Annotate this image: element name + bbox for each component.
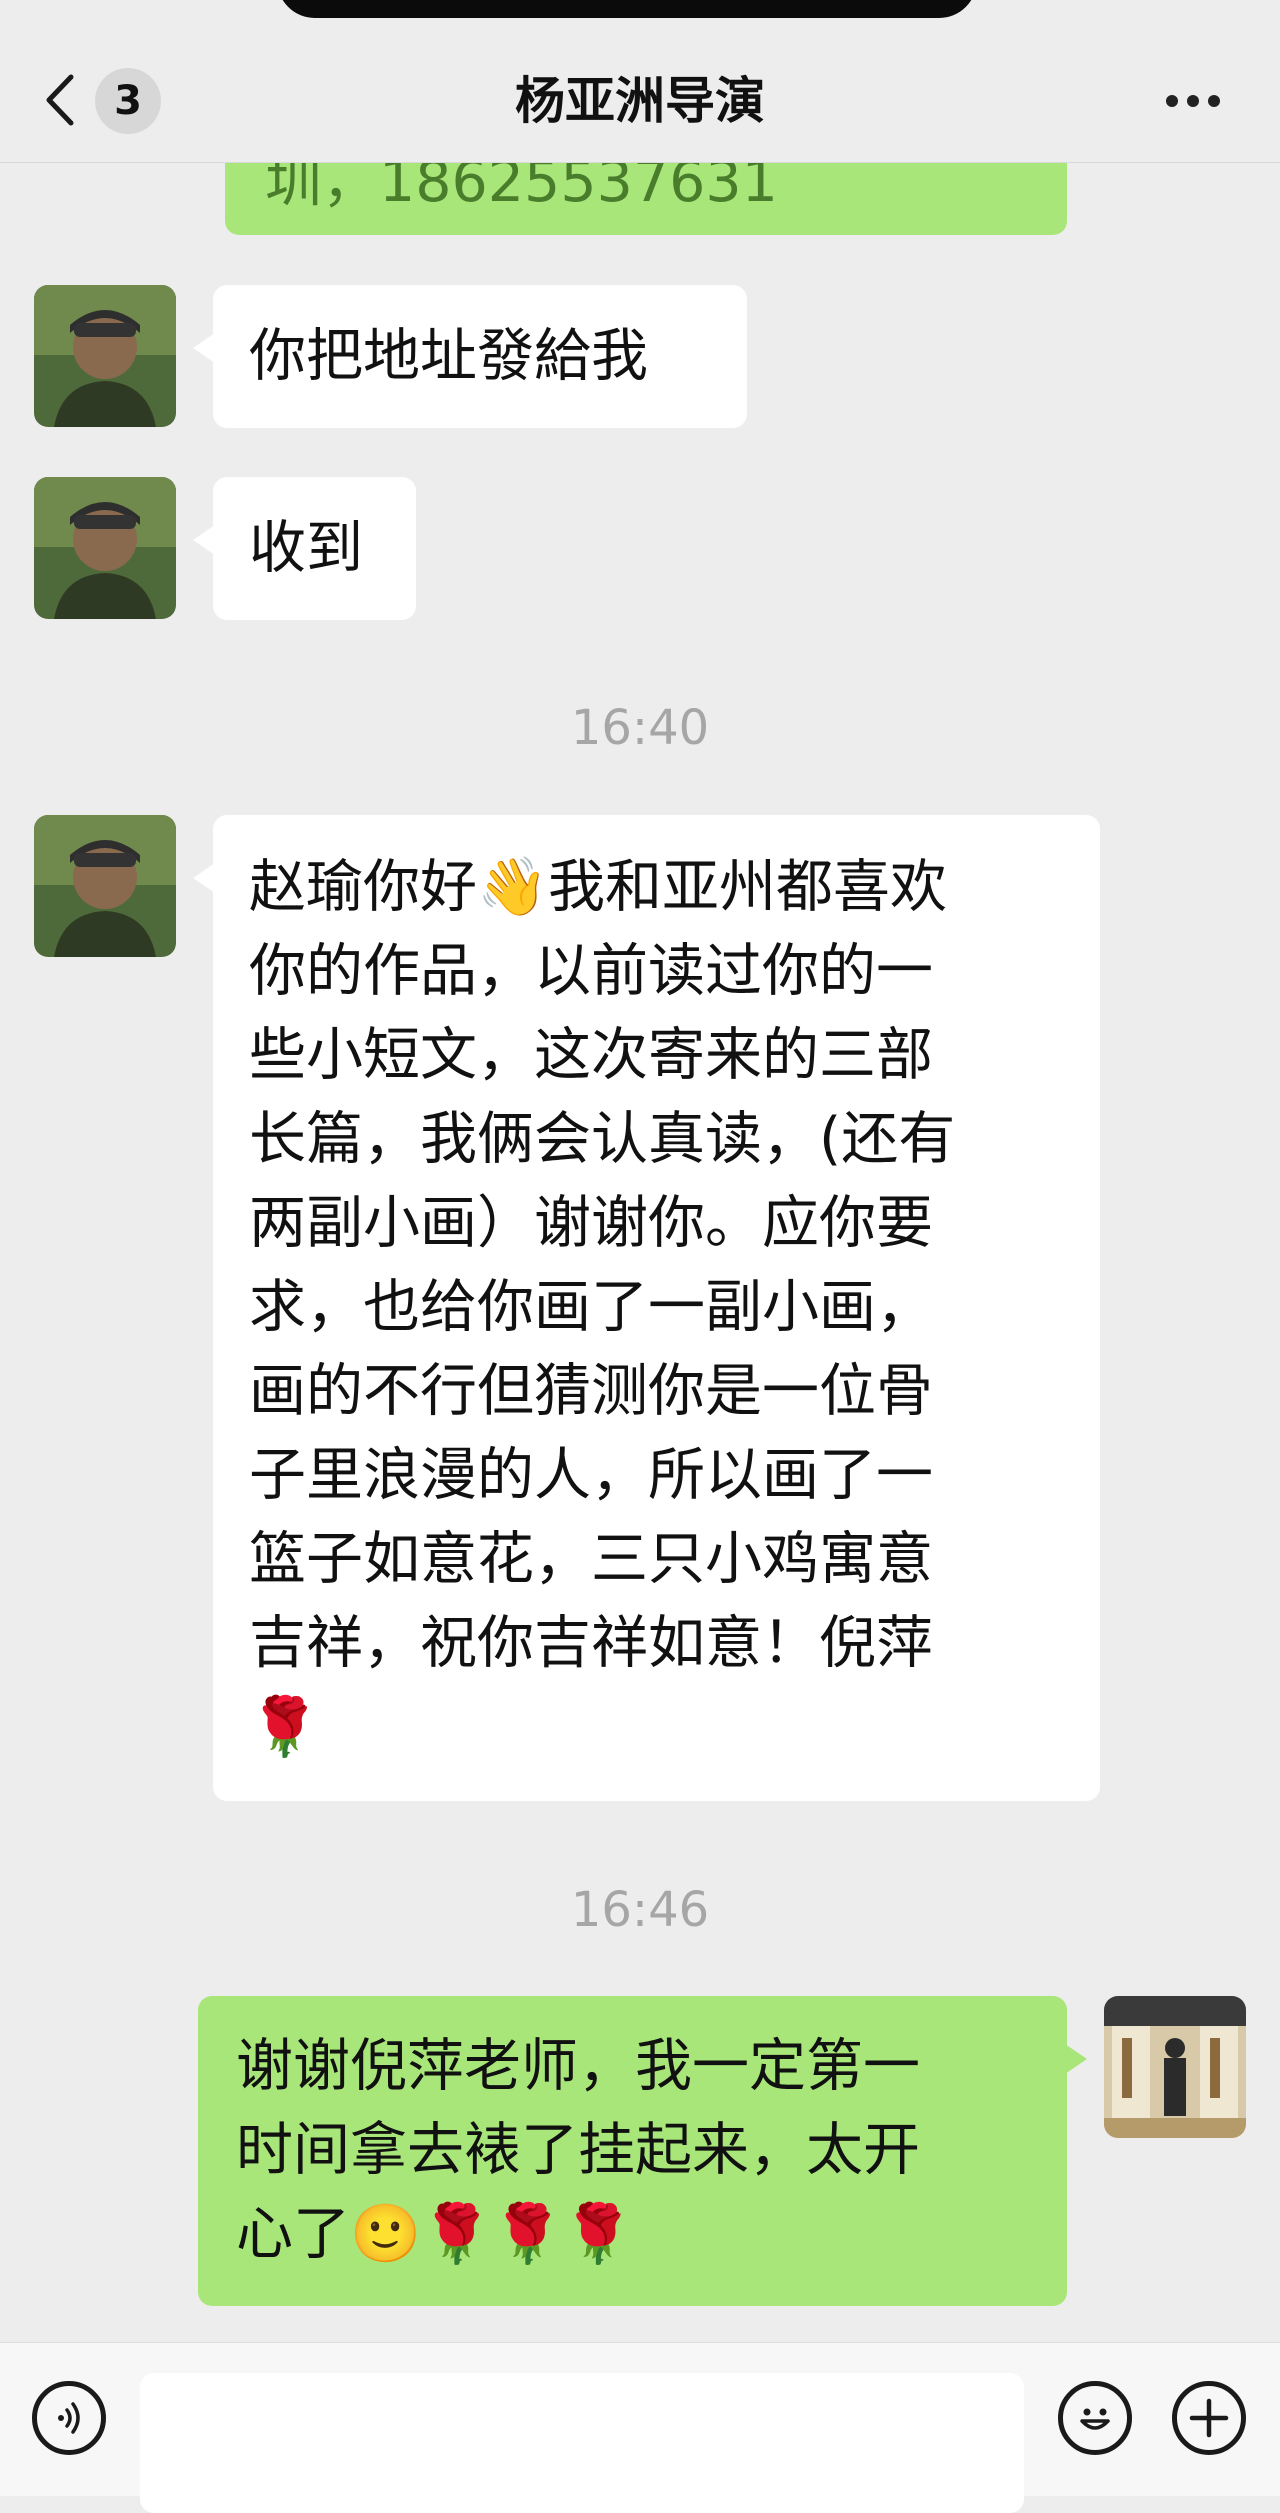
emoji-icon: [1080, 2408, 1110, 2430]
device-notch: [277, 0, 977, 18]
message-text: 你把地址發給我: [249, 323, 648, 389]
plus-button[interactable]: [1172, 2381, 1246, 2455]
contact-photo: [34, 815, 176, 957]
voice-icon: [58, 2402, 80, 2434]
message-line: 你的作品，以前读过你的一: [249, 938, 933, 1004]
more-dots-icon: [1166, 95, 1178, 107]
timestamp: 16:46: [570, 1882, 710, 1938]
contact-photo: [34, 477, 176, 619]
message-text: 收到: [249, 515, 363, 581]
message-bubble-outgoing[interactable]: 谢谢倪萍老师，我一定第一 时间拿去裱了挂起来，太开 心了🙂🌹🌹🌹: [198, 1996, 1087, 2306]
rose-emoji: 🌹: [249, 1694, 320, 1760]
message-bubble-incoming[interactable]: 赵瑜你好👋我和亚州都喜欢 你的作品，以前读过你的一 些小短文，这次寄来的三部 长…: [193, 815, 1100, 1801]
message-bubble-incoming[interactable]: 收到: [193, 477, 416, 620]
emoji-button[interactable]: [1058, 2381, 1132, 2455]
input-bar: [0, 2342, 1280, 2513]
more-button[interactable]: [1160, 78, 1226, 124]
contact-avatar[interactable]: [34, 815, 176, 957]
self-photo: [1104, 1996, 1246, 2138]
timestamp: 16:40: [570, 700, 710, 756]
message-line: 子里浪漫的人，所以画了一: [249, 1442, 933, 1508]
message-line: 赵瑜你好👋我和亚州都喜欢: [249, 854, 947, 920]
message-line: 篮子如意花，三只小鸡寓意: [249, 1526, 933, 1592]
self-avatar[interactable]: [1104, 1996, 1246, 2138]
message-bubble-incoming[interactable]: 你把地址發給我: [193, 285, 747, 428]
message-line: 求，也给你画了一副小画，: [249, 1274, 933, 1340]
message-line: 画的不行但猜测你是一位骨: [249, 1358, 933, 1424]
message-line: 谢谢倪萍老师，我一定第一: [236, 2033, 920, 2099]
plus-icon: [1189, 2398, 1229, 2438]
voice-button[interactable]: [32, 2381, 106, 2455]
chat-title: 杨亚洲导演: [515, 72, 765, 130]
chat-header: 3 杨亚洲导演: [0, 0, 1280, 163]
message-line: 两副小画）谢谢你。应你要: [249, 1190, 933, 1256]
message-line: 时间拿去裱了挂起来，太开: [236, 2117, 920, 2183]
contact-avatar[interactable]: [34, 285, 176, 427]
contact-photo: [34, 285, 176, 427]
message-line: 些小短文，这次寄来的三部: [249, 1022, 933, 1088]
message-line: 长篇，我俩会认真读，(还有: [249, 1106, 956, 1172]
message-line: 心了🙂🌹🌹🌹: [236, 2201, 634, 2267]
contact-avatar[interactable]: [34, 477, 176, 619]
message-line: 吉祥，祝你吉祥如意！倪萍: [249, 1610, 933, 1676]
message-input[interactable]: [140, 2373, 1024, 2513]
